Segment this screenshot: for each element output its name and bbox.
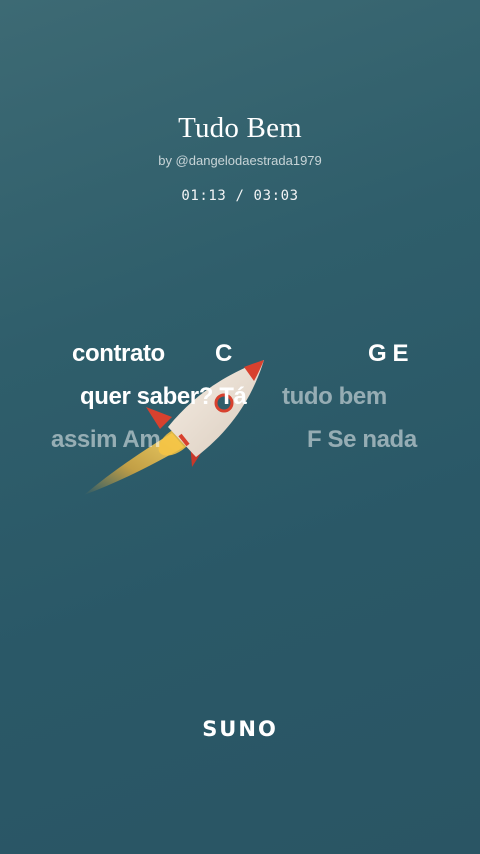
lyric-chord: C <box>215 340 232 367</box>
lyric-sung: quer saber? Tá <box>80 383 247 410</box>
lyric-word: contrato <box>72 340 165 367</box>
lyric-upcoming: tudo bem <box>282 383 387 410</box>
lyric-upcoming: assim Am <box>51 426 161 453</box>
suno-logo: SUNO <box>202 717 278 741</box>
lyric-upcoming: F Se nada <box>307 426 417 453</box>
lyric-chord: G E <box>368 340 409 367</box>
